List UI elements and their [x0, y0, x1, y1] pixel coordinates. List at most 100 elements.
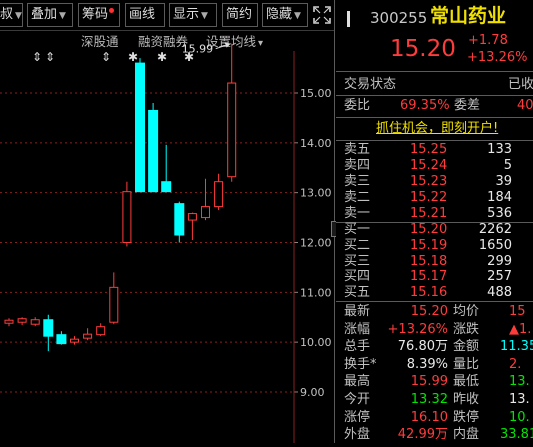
ask-volume: 184	[487, 190, 512, 205]
open-account-banner[interactable]: 抓住机会，即刻开户!	[336, 120, 533, 138]
trade-status-row: 交易状态 已收	[336, 76, 533, 94]
toolbar-label: 叔	[0, 7, 14, 22]
toolbar-button-display[interactable]: 显示 ▼	[169, 3, 217, 27]
toolbar-label: 简约	[226, 7, 253, 22]
stat-label: 跌停	[453, 409, 480, 425]
candle-body	[135, 62, 145, 193]
ask-level-row[interactable]: 卖五 15.25 133	[336, 142, 533, 158]
bid-level-row[interactable]: 买三 15.18 299	[336, 254, 533, 270]
kline-chart-svg: 15.00 14.00 13.00 12.00 11.00 10.00 9.00 15.99	[0, 42, 332, 443]
bid-price: 15.17	[410, 269, 448, 285]
ask-level-row[interactable]: 卖四 15.24 5	[336, 158, 533, 174]
ask-volume: 536	[487, 206, 512, 221]
commission-diff-value: 40	[517, 98, 533, 113]
stat-value: 15	[509, 304, 526, 319]
commission-row: 委比 69.35% 委差 40	[336, 97, 533, 115]
bid-level-label: 买一	[344, 222, 371, 237]
bid-volume: 257	[487, 269, 512, 285]
stat-row: 最高 15.99 最低 13.	[336, 373, 533, 391]
candle-body	[30, 319, 40, 325]
y-axis-tick-label: 12.00	[300, 236, 332, 249]
candle-body	[109, 286, 119, 323]
bid-volume: 2262	[478, 222, 512, 237]
stat-value: +13.26%	[387, 321, 448, 337]
stat-label: 最高	[344, 374, 371, 390]
stat-row: 总手 76.80万金额 11.35	[336, 338, 533, 356]
toolbar-button-fuquan[interactable]: 叔 ▼	[0, 3, 23, 27]
ask-price: 15.25	[410, 142, 448, 157]
y-axis-tick-label: 10.00	[300, 336, 332, 349]
ask-level-label: 卖三	[344, 174, 371, 189]
stat-label: 换手*	[344, 356, 377, 372]
stat-label: 昨收	[453, 392, 480, 407]
stat-label: 总手	[344, 339, 371, 355]
chevron-down-icon: ▼	[15, 11, 22, 21]
candle-body	[96, 326, 106, 336]
chevron-down-icon: ▼	[59, 11, 66, 21]
stat-value: 76.80万	[397, 339, 448, 355]
ask-volume: 39	[495, 174, 512, 189]
divider	[336, 95, 533, 96]
bid-volume: 299	[487, 253, 512, 269]
toolbar-button-chips[interactable]: 筹码	[78, 3, 120, 27]
bid-level-label: 买二	[344, 237, 371, 253]
price-change-pct: +13.26%	[467, 50, 528, 65]
stat-value: 2.	[509, 356, 522, 372]
stat-value: 13.	[509, 374, 530, 390]
ask-level-label: 卖二	[344, 190, 371, 205]
toolbar-label: 画线	[129, 7, 156, 22]
stat-value: 11.35	[500, 339, 533, 355]
trade-status-value: 已收	[508, 77, 533, 92]
bid-level-row[interactable]: 买四 15.17 257	[336, 269, 533, 285]
current-price: 15.20	[390, 36, 456, 62]
trade-status-label: 交易状态	[344, 77, 397, 92]
toolbar-button-simple[interactable]: 简约	[222, 3, 258, 27]
ask-price: 15.22	[410, 190, 448, 205]
quote-panel: 300255 常山药业 15.20 +1.78 +13.26% 交易状态 已收 …	[336, 0, 533, 443]
candle-body	[161, 181, 172, 193]
commission-ratio-label: 委比	[344, 98, 371, 113]
ask-price: 15.23	[410, 174, 448, 189]
stat-row: 外盘 42.99万内盘 33.81	[336, 426, 533, 444]
y-axis-tick-label: 11.00	[300, 286, 332, 299]
candle-body	[56, 334, 67, 345]
toolbar-button-overlay[interactable]: 叠加 ▼	[27, 3, 73, 27]
toolbar-label: 叠加	[31, 7, 58, 22]
stat-label: 最低	[453, 374, 480, 390]
toolbar-button-hide[interactable]: 隐藏 ▼	[262, 3, 308, 27]
chevron-down-icon: ▼	[294, 11, 301, 21]
ask-level-row[interactable]: 卖三 15.23 39	[336, 174, 533, 190]
menu-icon[interactable]	[346, 11, 352, 27]
open-account-link[interactable]: 抓住机会，即刻开户!	[376, 120, 498, 138]
ask-level-label: 卖四	[344, 158, 371, 173]
candle-body	[122, 191, 132, 243]
stat-value: 33.81	[500, 427, 533, 443]
stat-value: 42.99万	[397, 427, 448, 443]
bid-price: 15.18	[410, 253, 448, 269]
ask-level-row[interactable]: 卖一 15.21 536	[336, 206, 533, 222]
stat-value: 13.32	[410, 392, 448, 407]
candle-body	[4, 319, 14, 324]
candle-body	[148, 109, 159, 193]
toolbar-button-draw[interactable]: 画线	[125, 3, 165, 27]
divider	[336, 71, 533, 72]
stat-label: 金额	[453, 339, 480, 355]
bid-level-row[interactable]: 买五 15.16 488	[336, 285, 533, 301]
stat-row: 涨停 16.10 跌停 10.	[336, 409, 533, 427]
kline-chart[interactable]: 15.00 14.00 13.00 12.00 11.00 10.00 9.00 15.99	[0, 31, 334, 443]
stat-value: ▲1.	[509, 321, 532, 337]
bid-level-row[interactable]: 买一 15.20 2262	[336, 222, 533, 238]
divider	[336, 140, 533, 141]
bid-price: 15.19	[410, 237, 448, 253]
stat-label: 今开	[344, 392, 371, 407]
stat-label: 涨停	[344, 409, 371, 425]
ask-level-label: 卖五	[344, 142, 371, 157]
toolbar-label: 隐藏	[266, 7, 293, 22]
candle-body	[174, 203, 185, 236]
stat-value: 13.	[509, 392, 530, 407]
stat-value: 16.10	[410, 409, 448, 425]
ask-level-row[interactable]: 卖二 15.22 184	[336, 190, 533, 206]
stat-label: 涨跌	[453, 321, 480, 337]
fullscreen-expand-icon[interactable]	[312, 5, 332, 25]
bid-level-row[interactable]: 买二 15.19 1650	[336, 238, 533, 254]
